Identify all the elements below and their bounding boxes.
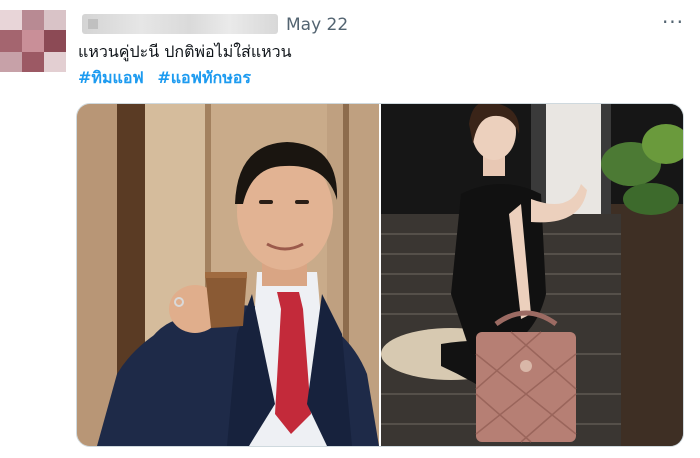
- more-horizontal-icon[interactable]: ···: [660, 12, 686, 34]
- photo-man-in-suit[interactable]: [77, 104, 379, 446]
- media-grid: [76, 103, 684, 447]
- hashtag-link[interactable]: #แอฟทักษอร: [157, 68, 251, 87]
- avatar[interactable]: [0, 10, 66, 72]
- username-blurred[interactable]: [82, 14, 278, 34]
- photo-woman-with-handbag[interactable]: [381, 104, 683, 446]
- hashtag-row: #ทิมแอฟ #แอฟทักษอร: [78, 66, 259, 91]
- hashtag-link[interactable]: #ทิมแอฟ: [78, 68, 144, 87]
- tweet-date[interactable]: May 22: [286, 15, 348, 35]
- tweet-text: แหวนคู่ปะนี ปกติพ่อไม่ใส่แหวน: [78, 42, 292, 61]
